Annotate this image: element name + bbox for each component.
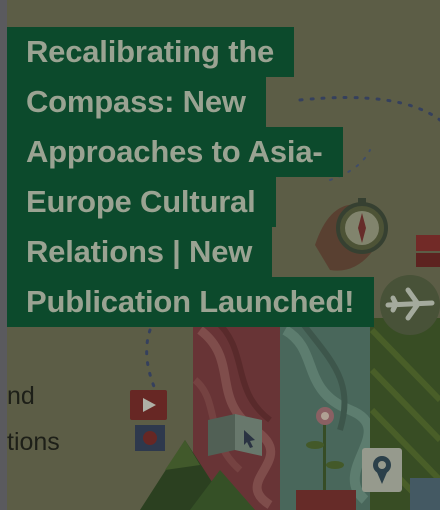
location-pin-icon bbox=[362, 448, 402, 492]
title-line: Compass: New bbox=[7, 77, 407, 128]
play-icon bbox=[130, 390, 167, 420]
title-line-text: Approaches to Asia- bbox=[7, 127, 343, 178]
cover-text-line: nd bbox=[7, 382, 35, 410]
title-line: Europe Cultural bbox=[7, 177, 407, 228]
book-icon bbox=[208, 414, 262, 456]
small-building bbox=[296, 490, 356, 510]
title-line: Relations | New bbox=[7, 227, 407, 278]
title-line: Recalibrating the bbox=[7, 27, 407, 78]
title-line-text: Europe Cultural bbox=[7, 177, 276, 228]
title-line-text: Recalibrating the bbox=[7, 27, 295, 78]
title-line-text: Compass: New bbox=[7, 77, 266, 128]
post-title[interactable]: Recalibrating the Compass: New Approache… bbox=[7, 27, 407, 328]
card-edge bbox=[0, 0, 7, 510]
flag-icons bbox=[416, 235, 440, 267]
festival-badge-icon bbox=[135, 425, 165, 451]
publication-card[interactable]: nd tions Recalibrating the Compass: New … bbox=[0, 0, 440, 510]
cover-text-line: tions bbox=[7, 428, 60, 456]
title-line-text: Publication Launched! bbox=[7, 277, 375, 328]
dotted-arc bbox=[145, 328, 162, 402]
title-line: Approaches to Asia- bbox=[7, 127, 407, 178]
title-line: Publication Launched! bbox=[7, 277, 407, 328]
title-line-text: Relations | New bbox=[7, 227, 273, 278]
music-note-icon bbox=[410, 478, 440, 510]
